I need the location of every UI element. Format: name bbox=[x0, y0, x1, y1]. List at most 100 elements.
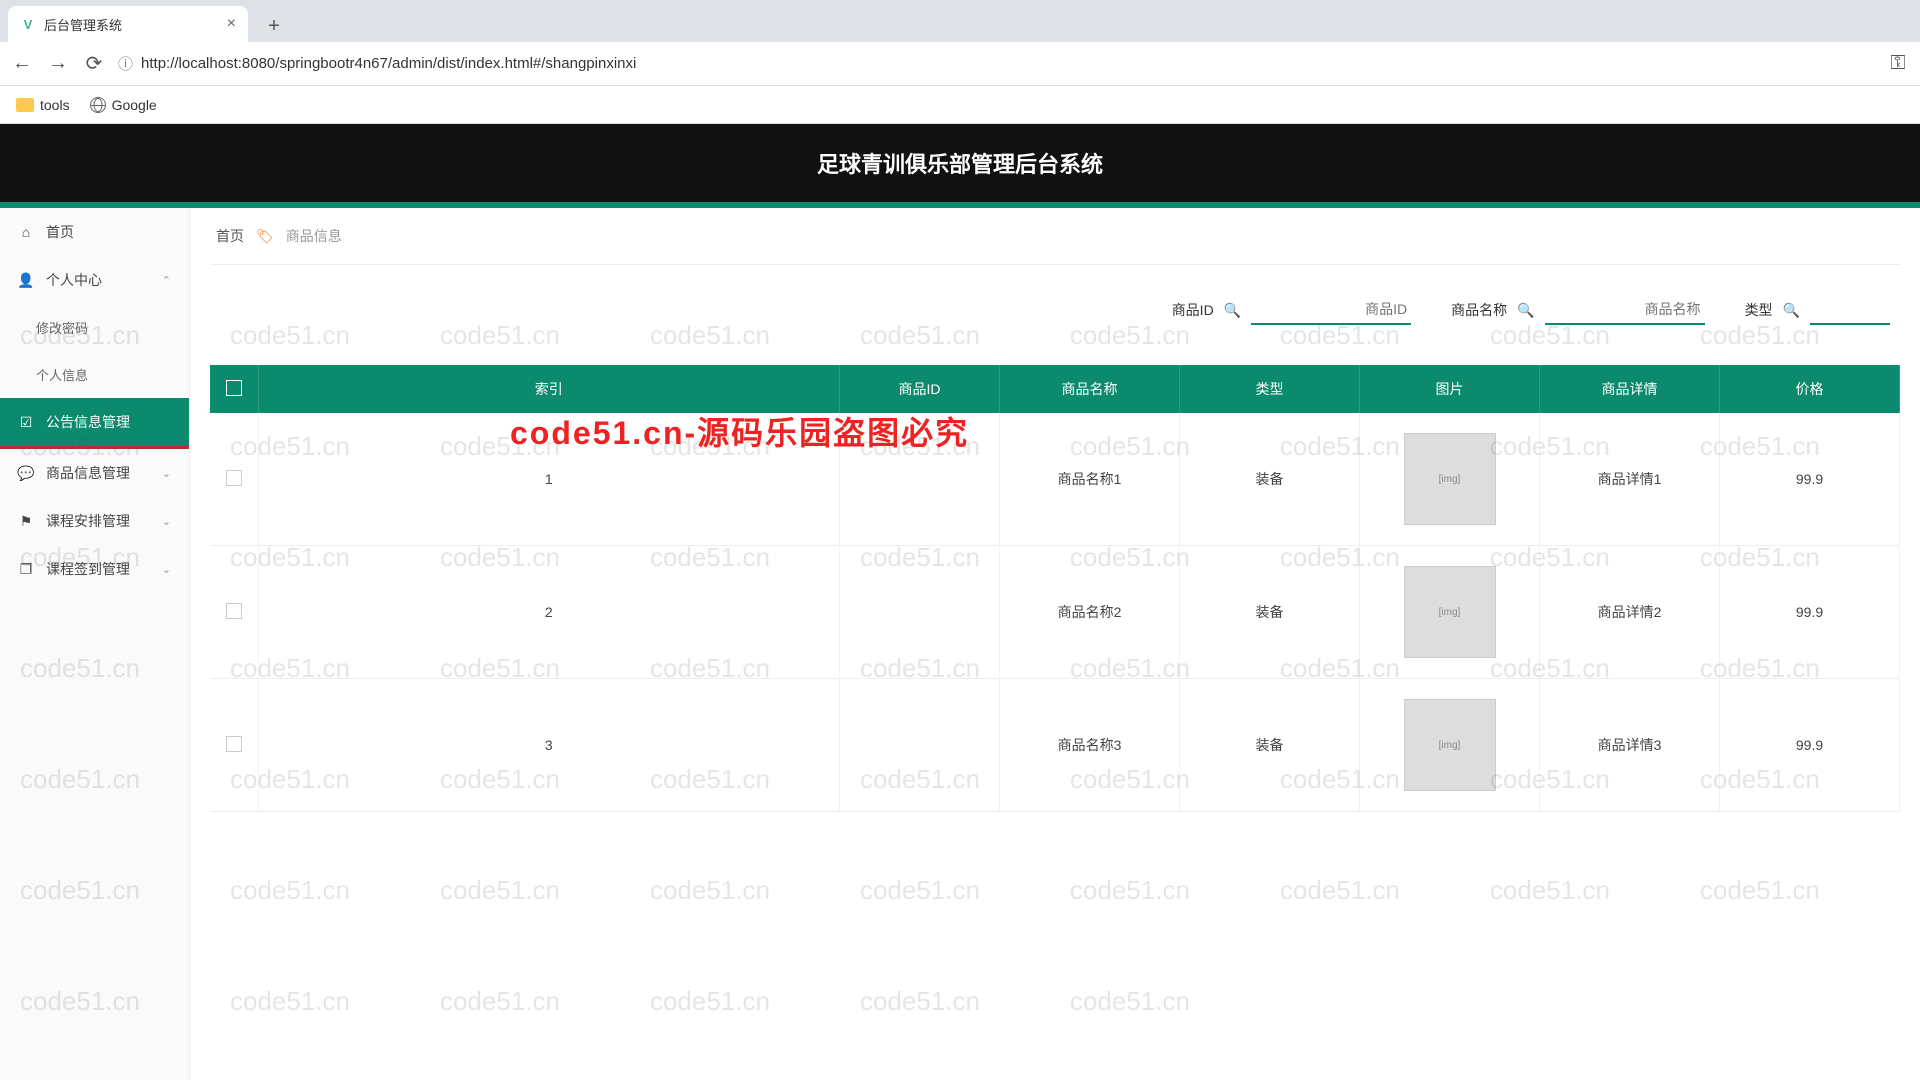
tab-title: 后台管理系统 bbox=[44, 15, 122, 34]
sidebar-item-label: 修改密码 bbox=[36, 318, 88, 337]
product-thumbnail[interactable]: [img] bbox=[1404, 566, 1496, 658]
breadcrumb-current: 商品信息 bbox=[286, 226, 342, 246]
product-thumbnail[interactable]: [img] bbox=[1404, 699, 1496, 791]
user-icon: 👤 bbox=[18, 272, 34, 288]
cell-id bbox=[840, 413, 1000, 546]
back-button[interactable]: ← bbox=[10, 52, 34, 76]
cell-index: 3 bbox=[258, 679, 840, 812]
col-type: 类型 bbox=[1180, 365, 1360, 413]
cell-id bbox=[840, 679, 1000, 812]
cell-name: 商品名称1 bbox=[1000, 413, 1180, 546]
sidebar-item-label: 课程签到管理 bbox=[46, 559, 130, 579]
app-body: ⌂ 首页 👤 个人中心 ⌃ 修改密码 个人信息 ☑ 公告信息管理 💬 商品信息管… bbox=[0, 208, 1920, 1080]
select-all-checkbox[interactable] bbox=[226, 380, 242, 396]
col-index: 索引 bbox=[258, 365, 840, 413]
filter-name-input[interactable] bbox=[1545, 295, 1705, 325]
cell-index: 2 bbox=[258, 546, 840, 679]
url-text: http://localhost:8080/springbootr4n67/ad… bbox=[141, 55, 636, 72]
browser-tab[interactable]: V 后台管理系统 × bbox=[8, 6, 248, 42]
reload-button[interactable]: ⟳ bbox=[82, 52, 106, 76]
chevron-down-icon: ⌄ bbox=[162, 515, 171, 528]
bookmark-label: tools bbox=[40, 97, 70, 113]
cell-name: 商品名称3 bbox=[1000, 679, 1180, 812]
new-tab-button[interactable]: + bbox=[258, 10, 290, 42]
row-checkbox[interactable] bbox=[226, 736, 242, 752]
bookmark-google[interactable]: Google bbox=[90, 97, 157, 113]
app-header: 足球青训俱乐部管理后台系统 bbox=[0, 124, 1920, 202]
filter-label: 商品ID bbox=[1172, 300, 1214, 320]
flag-icon: ⚑ bbox=[18, 513, 34, 529]
cell-type: 装备 bbox=[1180, 413, 1360, 546]
sidebar-item-label: 个人信息 bbox=[36, 365, 88, 384]
tab-bar: V 后台管理系统 × + bbox=[0, 0, 1920, 42]
table-row: 2 商品名称2装备 [img] 商品详情299.9 bbox=[210, 546, 1900, 679]
bookmark-label: Google bbox=[112, 97, 157, 113]
sidebar-item-home[interactable]: ⌂ 首页 bbox=[0, 208, 189, 256]
col-check bbox=[210, 365, 258, 413]
cell-type: 装备 bbox=[1180, 546, 1360, 679]
password-key-icon[interactable]: ⚿ bbox=[1886, 52, 1910, 76]
chevron-up-icon: ⌃ bbox=[162, 274, 171, 287]
sidebar-item-announcement[interactable]: ☑ 公告信息管理 bbox=[0, 398, 189, 449]
filter-type-input[interactable] bbox=[1810, 295, 1890, 325]
vue-icon: V bbox=[20, 16, 36, 32]
cell-index: 1 bbox=[258, 413, 840, 546]
search-icon: 🔍 bbox=[1783, 302, 1800, 319]
tag-icon: 🏷 bbox=[256, 228, 274, 245]
cell-image: [img] bbox=[1360, 679, 1540, 812]
cell-image: [img] bbox=[1360, 413, 1540, 546]
filter-row: 商品ID 🔍 商品名称 🔍 类型 🔍 bbox=[210, 265, 1900, 365]
table-row: 1 商品名称1装备 [img] 商品详情199.9 bbox=[210, 413, 1900, 546]
globe-icon bbox=[90, 97, 106, 113]
copy-icon: ❐ bbox=[18, 561, 34, 577]
col-image: 图片 bbox=[1360, 365, 1540, 413]
sidebar-item-goods[interactable]: 💬 商品信息管理 ⌄ bbox=[0, 449, 189, 497]
cell-detail: 商品详情3 bbox=[1540, 679, 1720, 812]
breadcrumb-home[interactable]: 首页 bbox=[216, 226, 244, 246]
app-title: 足球青训俱乐部管理后台系统 bbox=[817, 147, 1103, 179]
cell-price: 99.9 bbox=[1720, 413, 1900, 546]
address-bar: ← → ⟳ ⓘ http://localhost:8080/springboot… bbox=[0, 42, 1920, 86]
cell-detail: 商品详情1 bbox=[1540, 413, 1720, 546]
sidebar-item-signin[interactable]: ❐ 课程签到管理 ⌄ bbox=[0, 545, 189, 593]
sidebar-item-label: 个人中心 bbox=[46, 270, 102, 290]
row-checkbox[interactable] bbox=[226, 603, 242, 619]
bookmark-tools[interactable]: tools bbox=[16, 97, 70, 113]
col-price: 价格 bbox=[1720, 365, 1900, 413]
chevron-down-icon: ⌄ bbox=[162, 467, 171, 480]
sidebar-item-change-password[interactable]: 修改密码 bbox=[0, 304, 189, 351]
sidebar-item-schedule[interactable]: ⚑ 课程安排管理 ⌄ bbox=[0, 497, 189, 545]
browser-chrome: V 后台管理系统 × + ← → ⟳ ⓘ http://localhost:80… bbox=[0, 0, 1920, 124]
cell-type: 装备 bbox=[1180, 679, 1360, 812]
sidebar-item-label: 商品信息管理 bbox=[46, 463, 130, 483]
cell-id bbox=[840, 546, 1000, 679]
col-detail: 商品详情 bbox=[1540, 365, 1720, 413]
message-icon: 💬 bbox=[18, 465, 34, 481]
forward-button[interactable]: → bbox=[46, 52, 70, 76]
cell-detail: 商品详情2 bbox=[1540, 546, 1720, 679]
table-row: 3 商品名称3装备 [img] 商品详情399.9 bbox=[210, 679, 1900, 812]
breadcrumb: 首页 🏷 商品信息 bbox=[210, 208, 1900, 265]
cell-image: [img] bbox=[1360, 546, 1540, 679]
sidebar: ⌂ 首页 👤 个人中心 ⌃ 修改密码 个人信息 ☑ 公告信息管理 💬 商品信息管… bbox=[0, 208, 190, 1080]
folder-icon bbox=[16, 98, 34, 112]
table-header-row: 索引 商品ID 商品名称 类型 图片 商品详情 价格 bbox=[210, 365, 1900, 413]
announcement-icon: ☑ bbox=[18, 414, 34, 430]
col-name: 商品名称 bbox=[1000, 365, 1180, 413]
cell-price: 99.9 bbox=[1720, 546, 1900, 679]
filter-id: 商品ID 🔍 bbox=[1172, 295, 1411, 325]
content: 首页 🏷 商品信息 商品ID 🔍 商品名称 🔍 类型 🔍 bbox=[190, 208, 1920, 1080]
filter-id-input[interactable] bbox=[1251, 295, 1411, 325]
sidebar-item-personal[interactable]: 👤 个人中心 ⌃ bbox=[0, 256, 189, 304]
product-thumbnail[interactable]: [img] bbox=[1404, 433, 1496, 525]
url-field[interactable]: ⓘ http://localhost:8080/springbootr4n67/… bbox=[118, 53, 1874, 74]
row-checkbox[interactable] bbox=[226, 470, 242, 486]
search-icon: 🔍 bbox=[1224, 302, 1241, 319]
close-icon[interactable]: × bbox=[227, 15, 236, 33]
filter-label: 商品名称 bbox=[1451, 300, 1507, 320]
cell-name: 商品名称2 bbox=[1000, 546, 1180, 679]
goods-table: 索引 商品ID 商品名称 类型 图片 商品详情 价格 1 商品名称1装备 [img]… bbox=[210, 365, 1900, 812]
cell-price: 99.9 bbox=[1720, 679, 1900, 812]
sidebar-item-profile[interactable]: 个人信息 bbox=[0, 351, 189, 398]
col-id: 商品ID bbox=[840, 365, 1000, 413]
